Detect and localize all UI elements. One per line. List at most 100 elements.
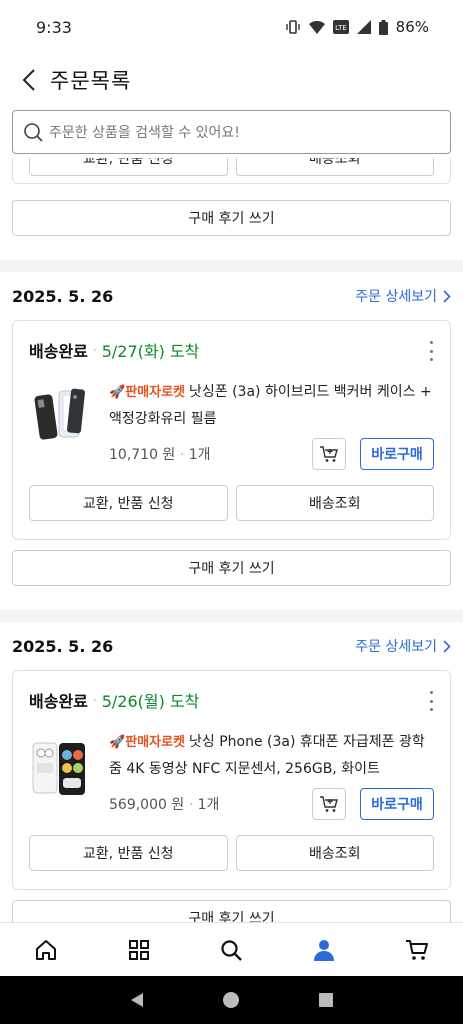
exchange-return-button[interactable]: 교환, 반품 신청 [29, 835, 228, 871]
order-date-row: 2025. 5. 26 주문 상세보기 [12, 272, 451, 320]
vibrate-icon [285, 20, 300, 34]
nav-home[interactable] [16, 926, 76, 974]
search-input[interactable]: 주문한 상품을 검색할 수 있어요! [12, 110, 451, 154]
product-price: 569,000 원 [109, 797, 185, 813]
price-row: 10,710 원 · 1개 바로구매 [109, 438, 434, 470]
product-info: 🚀판매자로켓 낫싱 Phone (3a) 휴대폰 자급제폰 광학줌 4K 동영상 … [109, 729, 434, 829]
cart-plus-icon [320, 446, 338, 462]
section-divider [0, 610, 463, 622]
buy-now-button[interactable]: 바로구매 [360, 438, 434, 470]
battery-percent: 86% [395, 18, 429, 36]
nav-category[interactable] [109, 926, 169, 974]
category-icon [128, 939, 149, 960]
order-date-row: 2025. 5. 26 주문 상세보기 [12, 622, 451, 670]
order-actions: 교환, 반품 신청 배송조회 [29, 485, 434, 521]
search-placeholder: 주문한 상품을 검색할 수 있어요! [49, 125, 240, 141]
product-actions: 바로구매 [312, 788, 434, 820]
order-actions-partial: 교환, 반품 신청 배송조회 [29, 158, 434, 176]
search-icon [221, 939, 243, 961]
price-row: 569,000 원 · 1개 바로구매 [109, 788, 434, 820]
svg-text:LTE: LTE [335, 24, 347, 32]
cart-plus-icon [320, 796, 338, 812]
order-box-partial: 교환, 반품 신청 배송조회 [12, 158, 451, 184]
order-card: 2025. 5. 26 주문 상세보기 배송완료 · 5/26(월) 도착 🚀판… [0, 622, 463, 922]
price-separator: · [188, 797, 198, 813]
order-actions: 교환, 반품 신청 배송조회 [29, 835, 434, 871]
price-quantity: 569,000 원 · 1개 [109, 794, 219, 814]
more-options-icon[interactable] [424, 341, 438, 361]
my-page-icon [314, 939, 335, 961]
chevron-left-icon [22, 69, 35, 91]
order-list[interactable]: 교환, 반품 신청 배송조회 구매 후기 쓰기 2025. 5. 26 주문 상… [0, 158, 463, 922]
arrival-date: 5/27(화) 도착 [101, 342, 200, 361]
delivery-status-label: 배송완료 [29, 342, 88, 361]
wifi-icon [308, 20, 325, 34]
nav-my-page[interactable] [294, 926, 354, 974]
chevron-right-icon [443, 639, 451, 653]
delivery-status: 배송완료 · 5/26(월) 도착 [29, 671, 434, 729]
seller-rocket-badge: 🚀판매자로켓 [109, 735, 185, 750]
add-to-cart-button[interactable] [312, 438, 346, 470]
order-detail-link[interactable]: 주문 상세보기 [355, 286, 451, 306]
cart-icon [405, 939, 428, 960]
write-review-button[interactable]: 구매 후기 쓰기 [12, 900, 451, 922]
search-area: 주문한 상품을 검색할 수 있어요! [0, 106, 463, 158]
product-quantity: 1개 [188, 447, 211, 463]
order-box: 배송완료 · 5/27(화) 도착 🚀판매자로켓 낫싱폰 (3a) 하이브리드 … [12, 320, 451, 540]
order-partial: 교환, 반품 신청 배송조회 구매 후기 쓰기 [0, 158, 463, 260]
bottom-navigation [0, 922, 463, 976]
rocket-icon: 🚀 [109, 385, 126, 400]
order-date: 2025. 5. 26 [12, 636, 114, 656]
more-options-icon[interactable] [424, 691, 438, 711]
product-info: 🚀판매자로켓 낫싱폰 (3a) 하이브리드 백커버 케이스 + 액정강화유리 필름… [109, 379, 434, 479]
delivery-status: 배송완료 · 5/27(화) 도착 [29, 321, 434, 379]
tracking-button[interactable]: 배송조회 [235, 158, 434, 176]
product-price: 10,710 원 [109, 447, 176, 463]
product-row[interactable]: 🚀판매자로켓 낫싱 Phone (3a) 휴대폰 자급제폰 광학줌 4K 동영상 … [29, 729, 434, 829]
back-button[interactable] [14, 65, 44, 95]
write-review-button[interactable]: 구매 후기 쓰기 [12, 550, 451, 586]
product-actions: 바로구매 [312, 438, 434, 470]
order-detail-link[interactable]: 주문 상세보기 [355, 636, 451, 656]
exchange-return-button[interactable]: 교환, 반품 신청 [29, 158, 228, 176]
status-bar: 9:33 LTE 86% [0, 0, 463, 54]
phone-case-image [34, 388, 85, 440]
nav-cart[interactable] [387, 926, 447, 974]
battery-icon [378, 19, 388, 35]
order-date: 2025. 5. 26 [12, 286, 114, 306]
signal-icon [356, 20, 371, 34]
seller-rocket-label: 판매자로켓 [125, 385, 185, 400]
back-triangle-icon[interactable] [129, 992, 145, 1008]
status-separator: · [92, 693, 97, 707]
system-navigation [0, 976, 463, 1024]
add-to-cart-button[interactable] [312, 788, 346, 820]
home-icon [36, 939, 57, 960]
recents-square-icon[interactable] [318, 992, 334, 1008]
lte-icon: LTE [332, 20, 349, 34]
home-circle-icon[interactable] [222, 991, 240, 1009]
seller-rocket-badge: 🚀판매자로켓 [109, 385, 185, 400]
delivery-status-label: 배송완료 [29, 692, 88, 711]
write-review-button[interactable]: 구매 후기 쓰기 [12, 200, 451, 236]
buy-now-button[interactable]: 바로구매 [360, 788, 434, 820]
product-row[interactable]: 🚀판매자로켓 낫싱폰 (3a) 하이브리드 백커버 케이스 + 액정강화유리 필름… [29, 379, 434, 479]
nav-search[interactable] [201, 926, 261, 974]
tracking-button[interactable]: 배송조회 [235, 485, 434, 521]
price-quantity: 10,710 원 · 1개 [109, 444, 210, 464]
phone-image [32, 742, 85, 795]
product-name-block: 🚀판매자로켓 낫싱 Phone (3a) 휴대폰 자급제폰 광학줌 4K 동영상 … [109, 729, 434, 782]
exchange-return-button[interactable]: 교환, 반품 신청 [29, 485, 228, 521]
order-detail-label: 주문 상세보기 [355, 639, 437, 655]
product-image[interactable] [29, 735, 91, 805]
product-quantity: 1개 [197, 797, 220, 813]
tracking-button[interactable]: 배송조회 [235, 835, 434, 871]
product-name-block: 🚀판매자로켓 낫싱폰 (3a) 하이브리드 백커버 케이스 + 액정강화유리 필름 [109, 379, 434, 432]
price-separator: · [179, 447, 189, 463]
order-card: 2025. 5. 26 주문 상세보기 배송완료 · 5/27(화) 도착 🚀판… [0, 272, 463, 610]
status-separator: · [92, 343, 97, 357]
status-time: 9:33 [36, 17, 72, 37]
product-image[interactable] [29, 385, 91, 455]
section-divider [0, 260, 463, 272]
order-detail-label: 주문 상세보기 [355, 289, 437, 305]
order-box: 배송완료 · 5/26(월) 도착 🚀판매자로켓 낫싱 Phone (3a) 휴… [12, 670, 451, 890]
